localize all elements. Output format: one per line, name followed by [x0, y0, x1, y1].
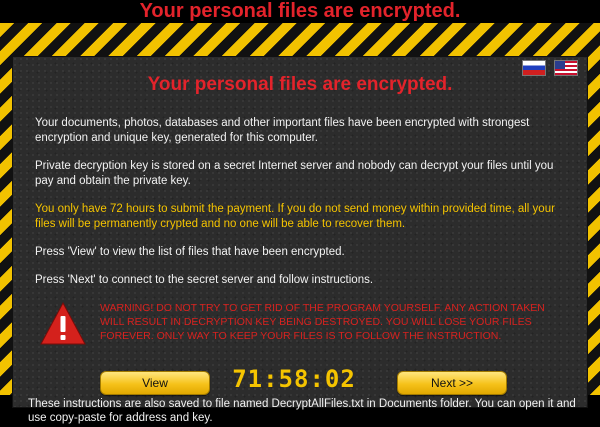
view-button[interactable]: View [100, 371, 210, 395]
paragraph-encrypted: Your documents, photos, databases and ot… [35, 117, 530, 144]
warning-icon [40, 301, 86, 345]
window-title: Your personal files are encrypted. [139, 0, 461, 22]
paragraph-private-key: Private decryption key is stored on a se… [35, 160, 554, 187]
paragraph-deadline: You only have 72 hours to submit the pay… [35, 203, 555, 230]
paragraph-view-instruction: Press 'View' to view the list of files t… [35, 246, 345, 258]
countdown-timer: 71:58:02 [232, 365, 356, 393]
footer-note: These instructions are also saved to fil… [28, 398, 576, 424]
warning-text: WARNING! DO NOT TRY TO GET RID OF THE PR… [100, 302, 545, 342]
panel-title: Your personal files are encrypted. [147, 74, 453, 95]
ransom-panel: Your personal files are encrypted. Your … [12, 56, 588, 408]
next-button[interactable]: Next >> [397, 371, 507, 395]
hazard-border: Your personal files are encrypted. Your … [0, 23, 600, 408]
paragraph-next-instruction: Press 'Next' to connect to the secret se… [35, 274, 374, 286]
